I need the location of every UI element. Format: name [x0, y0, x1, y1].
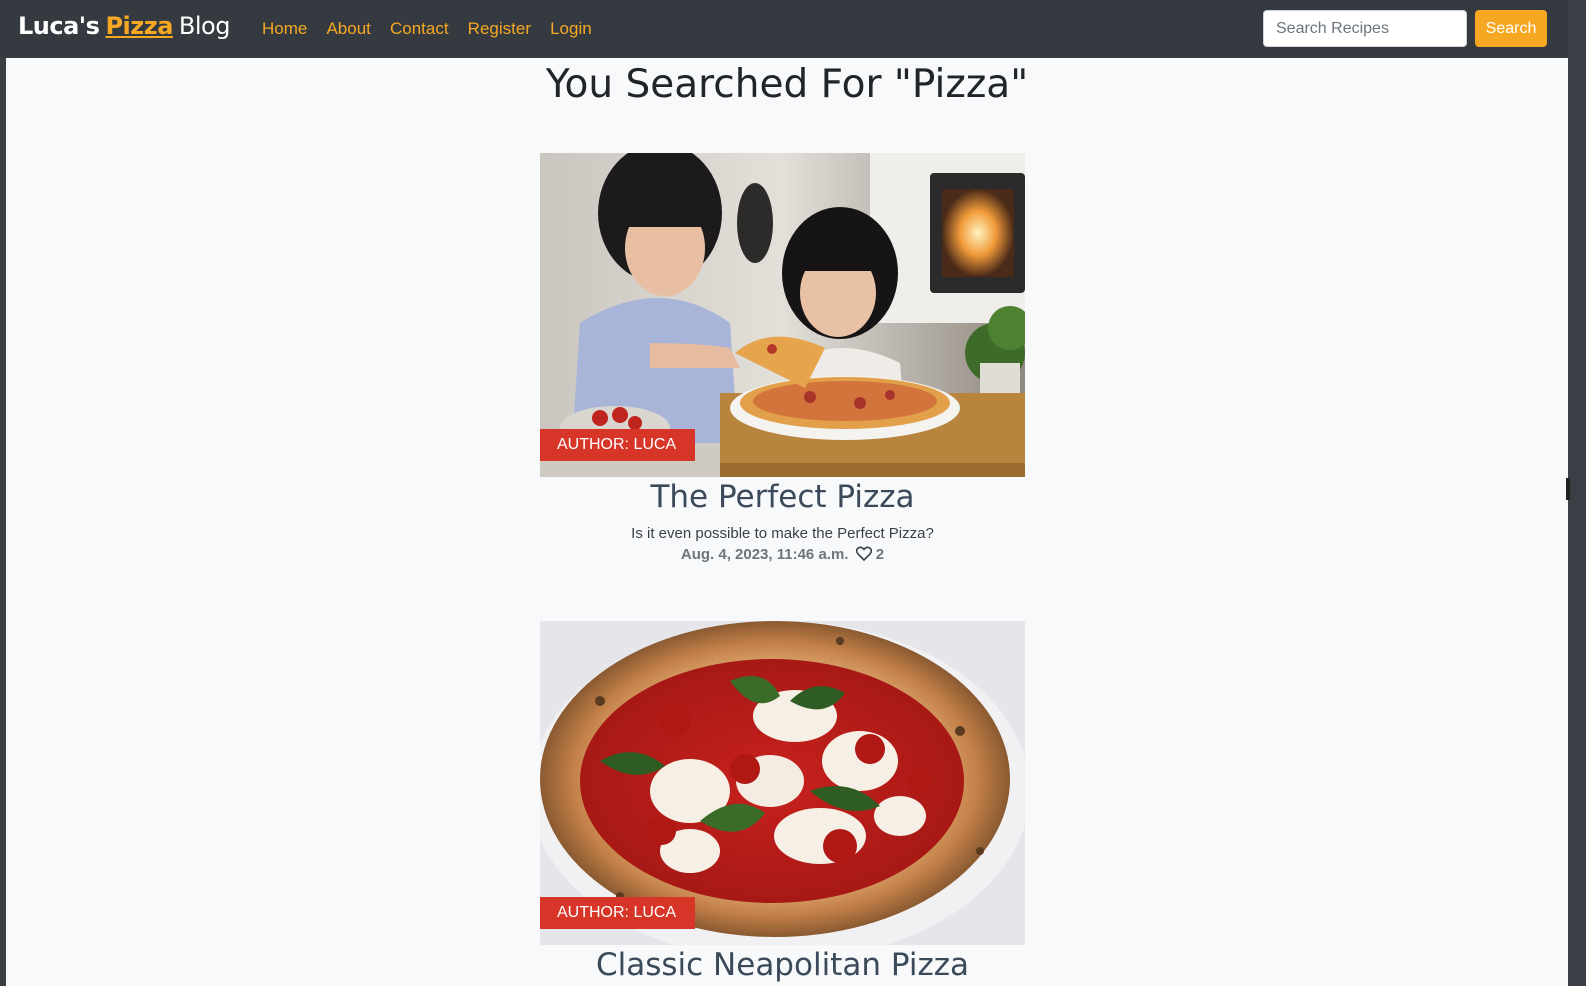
nav-home-link[interactable]: Home — [262, 19, 307, 38]
post-meta: Aug. 4, 2023, 11:46 a.m. 2 — [540, 546, 1025, 565]
nav-links: Home About Contact Register Login — [262, 19, 606, 39]
post-title[interactable]: Classic Neapolitan Pizza — [540, 947, 1025, 983]
post-image[interactable]: AUTHOR: LUCA — [540, 621, 1025, 945]
page-edge — [1560, 58, 1568, 986]
post-card: AUTHOR: LUCA The Perfect Pizza Is it eve… — [540, 153, 1025, 565]
nav-contact-link[interactable]: Contact — [390, 19, 449, 38]
post-image[interactable]: AUTHOR: LUCA — [540, 153, 1025, 477]
post-title[interactable]: The Perfect Pizza — [540, 479, 1025, 515]
brand-part-lucas: Luca's — [18, 12, 100, 40]
brand-logo[interactable]: Luca's Pizza Blog — [18, 12, 230, 40]
top-navbar: Luca's Pizza Blog Home About Contact Regis… — [0, 0, 1568, 58]
post-excerpt: Is it even possible to make the Perfect … — [631, 525, 934, 542]
post-like-count: 2 — [875, 546, 885, 563]
post-card: AUTHOR: LUCA Classic Neapolitan Pizza — [540, 621, 1025, 983]
main-content: You Searched For "Pizza" AUTHOR: LUCA Th… — [6, 58, 1560, 986]
brand-part-pizza: Pizza — [105, 12, 173, 40]
brand-part-blog: Blog — [178, 12, 231, 40]
search-button[interactable]: Search — [1475, 10, 1547, 47]
nav-register-link[interactable]: Register — [468, 19, 531, 38]
author-badge: AUTHOR: LUCA — [540, 897, 696, 929]
post-date: Aug. 4, 2023, 11:46 a.m. — [680, 546, 849, 563]
scrollbar-marker[interactable] — [1566, 478, 1570, 500]
browser-viewport: Luca's Pizza Blog Home About Contact Regis… — [0, 0, 1586, 986]
search-input[interactable] — [1263, 10, 1467, 47]
page-title: You Searched For "Pizza" — [545, 62, 1029, 107]
nav-login-link[interactable]: Login — [550, 19, 592, 38]
scrollbar-track[interactable] — [1568, 0, 1586, 986]
nav-about-link[interactable]: About — [326, 19, 370, 38]
author-badge: AUTHOR: LUCA — [540, 429, 696, 461]
heart-icon — [855, 546, 872, 565]
